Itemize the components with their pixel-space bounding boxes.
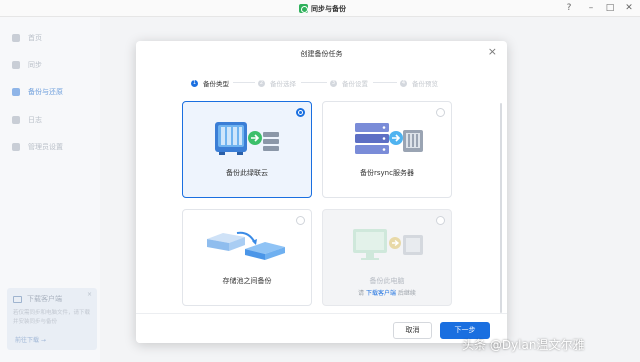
- log-icon: [12, 116, 20, 124]
- option-backup-this-nas[interactable]: 备份此绿联云: [182, 101, 312, 198]
- cancel-button[interactable]: 取消: [393, 322, 432, 339]
- dialog-title: 创建备份任务: [300, 50, 343, 58]
- sidebar-item-log[interactable]: 日志: [12, 113, 100, 127]
- app-logo-icon: [299, 4, 308, 13]
- option-hint: 请 下载客户端 后继续: [358, 290, 416, 297]
- sidebar-item-admin-settings[interactable]: 管理员设置: [12, 140, 100, 154]
- step-divider: [373, 82, 397, 83]
- option-label: 备份此电脑: [369, 277, 405, 285]
- download-client-link[interactable]: 下载客户端: [366, 290, 396, 297]
- stepper: 1 备份类型 2 备份选择 3 备份设置 4 备份预览: [191, 78, 461, 88]
- option-backup-rsync-server[interactable]: 备份rsync服务器: [322, 101, 452, 198]
- window-title: 同步与备份: [311, 5, 346, 13]
- storage-pool-icon: [207, 231, 285, 260]
- create-backup-dialog: 创建备份任务 × 1 备份类型 2 备份选择 3 备份设置 4 备份预览 备份此…: [136, 41, 507, 343]
- nas-to-server-icon: [215, 122, 279, 155]
- option-label: 备份此绿联云: [226, 169, 268, 177]
- option-label: 备份rsync服务器: [360, 169, 414, 177]
- title-bar: 同步与备份 ? – □ ✕: [0, 0, 640, 17]
- option-backup-this-pc: 备份此电脑 请 下载客户端 后继续: [322, 209, 452, 306]
- option-backup-between-storage-pools[interactable]: 存储池之间备份: [182, 209, 312, 306]
- pc-backup-icon: [353, 229, 423, 260]
- sidebar-item-home[interactable]: 首页: [12, 31, 100, 45]
- sidebar-item-label: 首页: [28, 34, 42, 42]
- promo-close-button[interactable]: ×: [87, 291, 92, 298]
- option-label: 存储池之间备份: [222, 277, 272, 285]
- promo-title: 下载客户端: [27, 295, 62, 303]
- sync-icon: [12, 61, 20, 69]
- radio-button[interactable]: [436, 108, 445, 117]
- dialog-close-button[interactable]: ×: [488, 45, 497, 58]
- maximize-button[interactable]: □: [603, 2, 617, 15]
- help-icon[interactable]: ?: [562, 2, 576, 15]
- step-4: 4 备份预览: [400, 79, 438, 88]
- scrollbar[interactable]: [500, 103, 502, 313]
- step-1: 1 备份类型: [191, 79, 229, 88]
- home-icon: [12, 34, 20, 42]
- backup-type-options: 备份此绿联云 备份rsync服务器 存储池之间备份 备份此电脑 请 下载客户端 …: [136, 96, 507, 338]
- watermark: 头条 @Dylan温文尔雅: [462, 338, 585, 352]
- promo-download-link[interactable]: 前往下载 →: [15, 335, 46, 344]
- close-button[interactable]: ✕: [622, 2, 636, 15]
- radio-button[interactable]: [296, 108, 305, 117]
- download-client-promo: × 下载客户端 若仅需同步和电脑文件，请下载并安装同步与备份 前往下载 →: [7, 288, 97, 350]
- computer-icon: [13, 295, 22, 303]
- radio-button: [436, 216, 445, 225]
- sidebar-item-sync[interactable]: 同步: [12, 58, 100, 72]
- promo-description: 若仅需同步和电脑文件，请下载并安装同步与备份: [13, 310, 91, 325]
- step-2: 2 备份选择: [258, 79, 296, 88]
- radio-button[interactable]: [296, 216, 305, 225]
- settings-icon: [12, 143, 20, 151]
- step-3: 3 备份设置: [330, 79, 368, 88]
- sidebar-item-label: 日志: [28, 116, 42, 124]
- dialog-footer: 取消 下一步: [136, 313, 507, 343]
- step-divider: [301, 82, 327, 83]
- rsync-server-icon: [355, 123, 423, 154]
- step-divider: [233, 82, 255, 83]
- sidebar-item-label: 同步: [28, 61, 42, 69]
- sidebar-item-label: 管理员设置: [28, 143, 63, 151]
- minimize-button[interactable]: –: [584, 2, 598, 15]
- sidebar-item-backup[interactable]: 备份与还原: [12, 85, 100, 99]
- backup-icon: [12, 88, 20, 96]
- sidebar-item-label: 备份与还原: [28, 88, 63, 96]
